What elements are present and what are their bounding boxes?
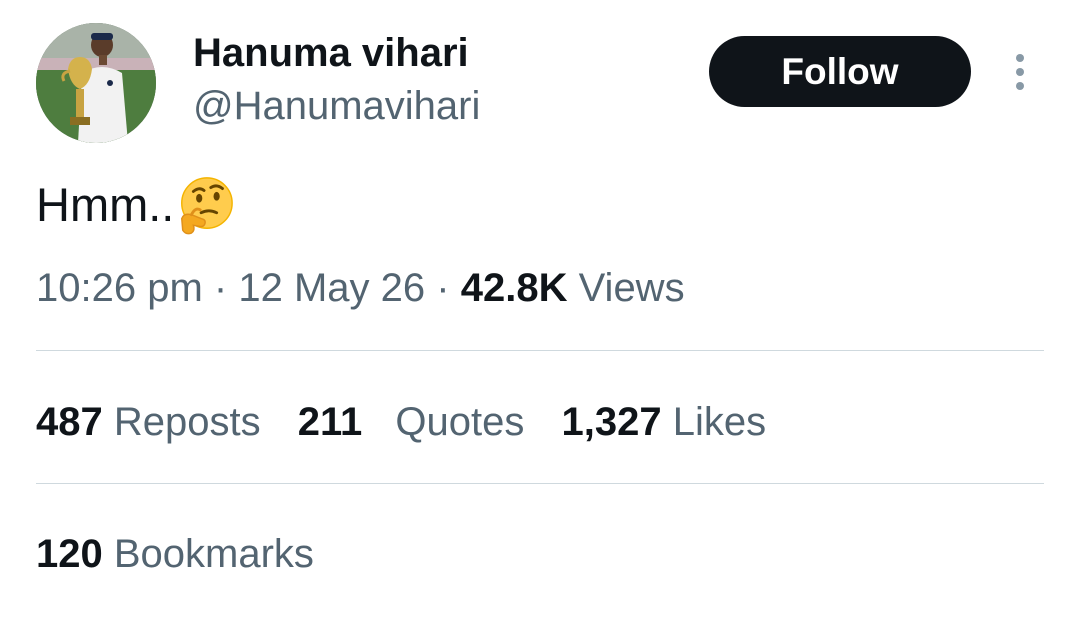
tweet-time[interactable]: 10:26 pm <box>36 266 203 310</box>
meta-separator: · <box>213 266 228 310</box>
likes-label: Likes <box>672 400 767 444</box>
reposts-count: 487 <box>36 400 103 444</box>
more-dot <box>1016 68 1024 76</box>
bookmarks-stat[interactable]: 120 Bookmarks <box>36 528 314 580</box>
views-count: 42.8K <box>460 266 568 310</box>
bookmarks-label: Bookmarks <box>113 532 314 576</box>
bookmarks-count: 120 <box>36 532 103 576</box>
tweet-meta: 10:26 pm · 12 May 26 · 42.8K Views <box>36 262 685 314</box>
tweet-date[interactable]: 12 May 26 <box>238 266 425 310</box>
user-handle[interactable]: @Hanumavihari <box>193 83 480 129</box>
avatar-photo <box>36 23 156 143</box>
avatar[interactable] <box>36 23 156 143</box>
display-name[interactable]: Hanuma vihari <box>193 30 469 76</box>
engagement-stats: 487 Reposts 211 Quotes 1,327 Likes <box>36 396 766 448</box>
tweet-text: Hmm.. <box>36 172 236 238</box>
tweet-text-body: Hmm.. <box>36 178 175 231</box>
divider <box>36 350 1044 351</box>
views-label: Views <box>578 266 685 310</box>
quotes-stat[interactable]: 211 Quotes <box>298 396 525 448</box>
reposts-stat[interactable]: 487 Reposts <box>36 396 261 448</box>
more-dot <box>1016 82 1024 90</box>
thinking-face-emoji-icon <box>181 177 234 235</box>
likes-stat[interactable]: 1,327 Likes <box>562 396 767 448</box>
follow-button[interactable]: Follow <box>709 36 971 107</box>
more-vertical-icon[interactable] <box>1002 50 1038 94</box>
quotes-label: Quotes <box>395 400 525 444</box>
reposts-label: Reposts <box>113 400 261 444</box>
likes-count: 1,327 <box>561 400 662 444</box>
more-dot <box>1016 54 1024 62</box>
meta-separator: · <box>436 266 450 310</box>
divider <box>36 483 1044 484</box>
quotes-count: 211 <box>297 400 363 444</box>
